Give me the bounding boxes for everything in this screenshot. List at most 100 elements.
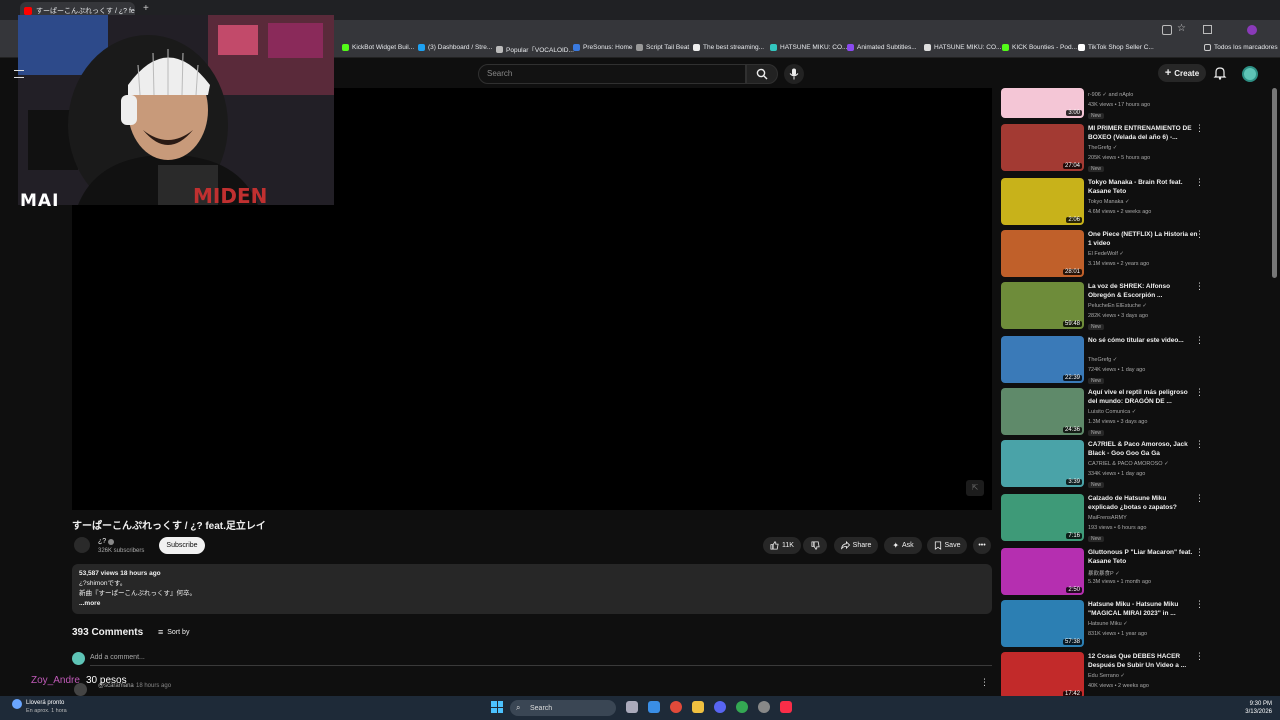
more-vert-icon[interactable]: ⋮ bbox=[1195, 282, 1204, 296]
comment-menu-icon[interactable]: ⋮ bbox=[980, 678, 989, 687]
recommendation-title[interactable]: CA7RIEL & Paco Amoroso, Jack Black - Goo… bbox=[1088, 440, 1198, 458]
voice-search-button[interactable] bbox=[784, 64, 804, 84]
video-thumbnail[interactable]: 59:48 bbox=[1001, 282, 1084, 329]
app-icon[interactable] bbox=[648, 701, 660, 713]
bookmark-item[interactable]: KickBot Widget Buil... bbox=[342, 44, 414, 51]
more-vert-icon[interactable]: ⋮ bbox=[1195, 230, 1204, 244]
recommendation-item[interactable]: 2:50 Gluttonous P "Liar Macaron" feat. Ka… bbox=[1000, 548, 1205, 598]
bookmark-item[interactable]: KICK Bounties - Pod... bbox=[1002, 44, 1077, 51]
video-thumbnail[interactable]: 24:36 bbox=[1001, 388, 1084, 435]
recommendation-item[interactable]: 57:38 Hatsune Miku - Hatsune Miku "MAGICA… bbox=[1000, 600, 1205, 650]
more-vert-icon[interactable]: ⋮ bbox=[1195, 600, 1204, 614]
browser-app-icon[interactable] bbox=[670, 701, 682, 713]
share-button[interactable]: Share bbox=[834, 537, 878, 554]
recommendation-channel[interactable]: PelucheEn ElEstuche ✓ bbox=[1088, 303, 1147, 309]
discord-icon[interactable] bbox=[714, 701, 726, 713]
video-thumbnail[interactable]: 27:04 bbox=[1001, 124, 1084, 171]
add-comment-input[interactable]: Add a comment... bbox=[90, 654, 992, 666]
like-button[interactable]: 11K bbox=[763, 537, 801, 554]
recommendation-title[interactable]: No sé cómo titular este video... bbox=[1088, 336, 1198, 345]
bookmark-item[interactable]: TikTok Shop Seller C... bbox=[1078, 44, 1154, 51]
video-thumbnail[interactable]: 22:39 bbox=[1001, 336, 1084, 383]
video-thumbnail[interactable]: 3:39 bbox=[1001, 440, 1084, 487]
recommendation-channel[interactable]: Tokyo Manaka ✓ bbox=[1088, 199, 1130, 205]
video-thumbnail[interactable]: 7:16 bbox=[1001, 494, 1084, 541]
recommendation-channel[interactable]: Edu Serrano ✓ bbox=[1088, 673, 1125, 679]
system-clock[interactable]: 9:30 PM 3/13/2026 bbox=[1238, 700, 1272, 716]
recommendation-item[interactable]: 24:36 Aquí vive el reptil más peligroso d… bbox=[1000, 388, 1205, 438]
bookmark-item[interactable]: The best streaming... bbox=[693, 44, 764, 51]
description-box[interactable]: 53,587 views 18 hours ago ¿?shimonです。 新曲… bbox=[72, 564, 992, 614]
bookmark-item[interactable]: HATSUNE MIKU: CO... bbox=[770, 44, 847, 51]
show-more-link[interactable]: ...more bbox=[79, 599, 985, 609]
recommendation-channel[interactable]: 暴飲暴食P ✓ bbox=[1088, 569, 1120, 577]
more-vert-icon[interactable]: ⋮ bbox=[1195, 652, 1204, 666]
recommendation-title[interactable]: Hatsune Miku - Hatsune Miku "MAGICAL MIR… bbox=[1088, 600, 1198, 618]
channel-avatar[interactable] bbox=[74, 537, 90, 553]
recommendation-channel[interactable]: MaiFrensARMY bbox=[1088, 515, 1127, 521]
video-thumbnail[interactable]: 17:42 bbox=[1001, 652, 1084, 699]
cast-icon[interactable] bbox=[1162, 25, 1172, 35]
recommendation-item[interactable]: 22:39 No sé cómo titular este video... The… bbox=[1000, 336, 1205, 386]
recommendation-channel[interactable]: El FedeWolf ✓ bbox=[1088, 251, 1124, 257]
recommendation-title[interactable]: Tokyo Manaka - Brain Rot feat. Kasane Te… bbox=[1088, 178, 1198, 196]
create-button[interactable]: + Create bbox=[1158, 64, 1206, 82]
save-button[interactable]: Save bbox=[927, 537, 967, 554]
star-icon[interactable]: ☆ bbox=[1177, 23, 1186, 34]
recommendation-item[interactable]: 59:48 La voz de SHREK: Alfonso Obregón & … bbox=[1000, 282, 1205, 332]
extensions-icon[interactable] bbox=[1203, 25, 1212, 34]
recommendation-title[interactable]: One Piece (NETFLIX) La Historia en 1 vid… bbox=[1088, 230, 1198, 248]
recommendation-item[interactable]: 7:16 Calzado de Hatsune Miku explicado ¿b… bbox=[1000, 494, 1205, 544]
more-vert-icon[interactable]: ⋮ bbox=[1195, 178, 1204, 192]
more-vert-icon[interactable]: ⋮ bbox=[1195, 124, 1204, 138]
recommendation-channel[interactable]: CA7RIEL & PACO AMOROSO ✓ bbox=[1088, 461, 1169, 467]
recommendation-channel[interactable]: r-906 ✓ and nAplo bbox=[1088, 92, 1133, 98]
more-vert-icon[interactable]: ⋮ bbox=[1195, 388, 1204, 402]
search-button[interactable] bbox=[746, 64, 778, 84]
openai-icon[interactable] bbox=[758, 701, 770, 713]
recommendation-title[interactable]: MI PRIMER ENTRENAMIENTO DE BOXEO (Velada… bbox=[1088, 124, 1198, 142]
menu-icon[interactable] bbox=[14, 70, 24, 78]
recommendation-title[interactable]: 12 Cosas Que DEBES HACER Después De Subi… bbox=[1088, 652, 1198, 670]
bookmark-item[interactable]: (3) Dashboard / Stre... bbox=[418, 44, 492, 51]
windows-start-icon[interactable] bbox=[491, 701, 503, 713]
profile-icon[interactable] bbox=[1247, 25, 1257, 35]
recommendation-item[interactable]: 3:39 CA7RIEL & Paco Amoroso, Jack Black -… bbox=[1000, 440, 1205, 490]
recommendation-channel[interactable]: Luisito Comunica ✓ bbox=[1088, 409, 1136, 415]
video-thumbnail[interactable]: 28:01 bbox=[1001, 230, 1084, 277]
more-actions-button[interactable]: ••• bbox=[973, 537, 991, 554]
recommendation-item[interactable]: 17:42 12 Cosas Que DEBES HACER Después De… bbox=[1000, 652, 1205, 702]
more-vert-icon[interactable]: ⋮ bbox=[1195, 440, 1204, 454]
ask-button[interactable]: ✦ Ask bbox=[884, 537, 922, 554]
miniplayer-icon[interactable]: ⇱ bbox=[966, 480, 984, 496]
recommendation-title[interactable]: Gluttonous P "Liar Macaron" feat. Kasane… bbox=[1088, 548, 1198, 566]
channel-name[interactable]: ¿? bbox=[98, 538, 106, 545]
notifications-bell-icon[interactable] bbox=[1213, 66, 1227, 80]
page-scrollbar[interactable] bbox=[1272, 88, 1277, 278]
recommendation-title[interactable]: La voz de SHREK: Alfonso Obregón & Escor… bbox=[1088, 282, 1198, 300]
bookmark-item[interactable]: Animated Subtitles... bbox=[847, 44, 917, 51]
more-vert-icon[interactable]: ⋮ bbox=[1195, 494, 1204, 508]
bookmark-item[interactable]: Script Tail Beat bbox=[636, 44, 689, 51]
chrome-icon[interactable] bbox=[736, 701, 748, 713]
account-avatar[interactable] bbox=[1242, 66, 1258, 82]
video-thumbnail[interactable]: 57:38 bbox=[1001, 600, 1084, 647]
recommendation-channel[interactable]: TheGrefg ✓ bbox=[1088, 357, 1117, 363]
search-input[interactable]: Search bbox=[478, 64, 746, 84]
music-app-icon[interactable] bbox=[780, 701, 792, 713]
recommendation-item[interactable]: 27:04 MI PRIMER ENTRENAMIENTO DE BOXEO (V… bbox=[1000, 124, 1205, 174]
sort-by-button[interactable]: ≡ Sort by bbox=[158, 627, 189, 637]
new-tab-icon[interactable]: + bbox=[143, 4, 153, 14]
recommendation-channel[interactable]: Hatsune Miku ✓ bbox=[1088, 621, 1128, 627]
video-thumbnail[interactable]: 2:06 bbox=[1001, 178, 1084, 225]
recommendation-channel[interactable]: TheGrefg ✓ bbox=[1088, 145, 1117, 151]
file-explorer-icon[interactable] bbox=[692, 701, 704, 713]
dislike-button[interactable] bbox=[803, 537, 827, 554]
video-thumbnail[interactable]: 2:50 bbox=[1001, 548, 1084, 595]
recommendation-title[interactable]: Calzado de Hatsune Miku explicado ¿botas… bbox=[1088, 494, 1198, 512]
recommendation-item[interactable]: 2:06 Tokyo Manaka - Brain Rot feat. Kasan… bbox=[1000, 178, 1205, 228]
bookmark-folder[interactable]: Todos los marcadores bbox=[1204, 44, 1278, 51]
weather-status[interactable]: Lloverá pronto bbox=[26, 700, 64, 706]
weather-icon[interactable] bbox=[12, 699, 22, 709]
bookmark-item[interactable]: HATSUNE MIKU: CO... bbox=[924, 44, 1001, 51]
